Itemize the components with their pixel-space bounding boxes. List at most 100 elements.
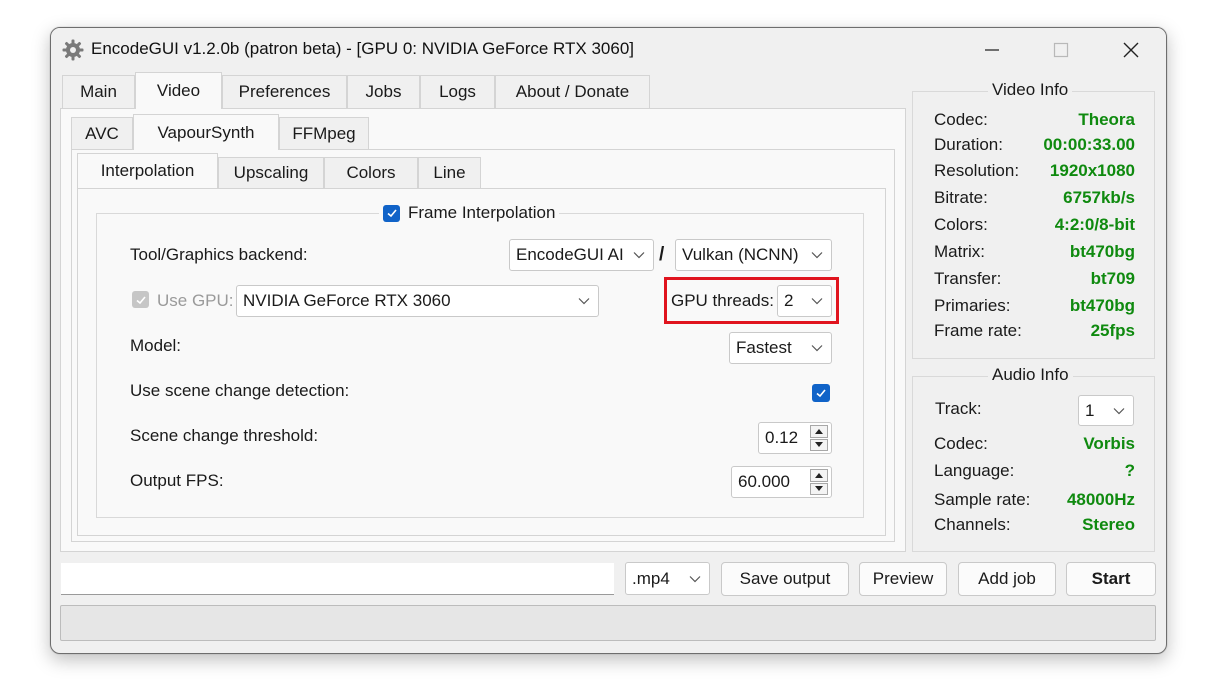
video-info-row: Colors: 4:2:0/8-bit [934, 215, 1135, 239]
backend-select-value: Vulkan (NCNN) [682, 245, 799, 264]
tab-vapoursynth[interactable]: VapourSynth [133, 114, 279, 150]
stepper-up-button[interactable] [810, 469, 828, 482]
title-bar: EncodeGUI v1.2.0b (patron beta) - [GPU 0… [51, 28, 1166, 73]
audio-info-row: Language:? [934, 461, 1135, 485]
scene-threshold-stepper[interactable]: 0.12 [758, 422, 832, 454]
video-info-value: bt709 [1090, 269, 1135, 288]
gpu-threads-value: 2 [784, 291, 794, 310]
tab-jobs[interactable]: Jobs [347, 75, 420, 108]
video-info-row: Transfer: bt709 [934, 269, 1135, 293]
audio-info-key: Channels: [934, 515, 1011, 534]
add-job-button[interactable]: Add job [958, 562, 1056, 596]
check-icon [386, 209, 397, 218]
video-info-value: bt470bg [1069, 296, 1135, 315]
video-info-row: Resolution: 1920x1080 [934, 161, 1135, 185]
audio-info-row: Sample rate: 48000Hz [934, 490, 1135, 514]
tab-preferences[interactable]: Preferences [222, 75, 347, 108]
model-select-value: Fastest [736, 338, 792, 357]
container-select-value: .mp4 [632, 568, 670, 588]
audio-info-title: Audio Info [988, 365, 1073, 385]
triangle-down-icon [815, 442, 823, 448]
maximize-icon [1053, 42, 1069, 58]
video-info-row: Frame rate: 25fps [934, 321, 1135, 345]
check-icon [135, 295, 146, 304]
video-info-key: Resolution: [934, 161, 1020, 180]
video-info-value: 4:2:0/8-bit [1054, 215, 1135, 234]
tab-main[interactable]: Main [62, 75, 135, 108]
chevron-down-icon [578, 298, 590, 305]
audio-info-value: Vorbis [1083, 434, 1135, 453]
container-select[interactable]: .mp4 [625, 562, 710, 595]
model-label: Model: [130, 336, 182, 355]
video-info-row: Codec: Theora [934, 110, 1135, 134]
output-path-input[interactable] [61, 563, 614, 595]
video-info-value: bt470bg [1069, 242, 1135, 261]
output-fps-label: Output FPS: [130, 471, 224, 490]
tab-video[interactable]: Video [135, 72, 222, 109]
gpu-threads-label: GPU threads: [671, 291, 774, 310]
minimize-button[interactable] [969, 28, 1015, 72]
video-info-key: Transfer: [934, 269, 1002, 288]
track-select[interactable]: 1 [1078, 395, 1134, 426]
triangle-down-icon [815, 486, 823, 492]
video-info-value: 25fps [1090, 321, 1135, 340]
window-title: EncodeGUI v1.2.0b (patron beta) - [GPU 0… [91, 39, 634, 58]
tool-select[interactable]: EncodeGUI AI [509, 239, 654, 271]
triangle-up-icon [815, 472, 823, 478]
gear-icon [62, 39, 84, 61]
frame-interpolation-label: Frame Interpolation [408, 203, 556, 222]
video-info-key: Duration: [934, 135, 1003, 154]
tab-ffmpeg[interactable]: FFMpeg [279, 117, 369, 149]
audio-info-key: Codec: [934, 434, 988, 453]
triangle-up-icon [815, 428, 823, 434]
gpu-select-value: NVIDIA GeForce RTX 3060 [243, 291, 451, 310]
app-window: EncodeGUI v1.2.0b (patron beta) - [GPU 0… [50, 27, 1167, 654]
video-info-row: Matrix: bt470bg [934, 242, 1135, 266]
stepper-up-button[interactable] [810, 425, 828, 438]
maximize-button[interactable] [1038, 28, 1084, 72]
close-button[interactable] [1108, 28, 1154, 72]
preview-button[interactable]: Preview [859, 562, 947, 596]
minimize-icon [985, 49, 999, 51]
video-info-row: Duration: 00:00:33.00 [934, 135, 1135, 159]
audio-info-key: Language: [934, 461, 1015, 480]
tab-interpolation[interactable]: Interpolation [77, 153, 218, 188]
tab-avc[interactable]: AVC [71, 117, 133, 149]
chevron-down-icon [811, 345, 823, 352]
tab-upscaling[interactable]: Upscaling [218, 157, 324, 188]
audio-info-list: Codec: Vorbis Language:? Sample rate: 4800… [912, 433, 1155, 548]
output-fps-stepper[interactable]: 60.000 [731, 466, 832, 498]
scene-detection-checkbox[interactable] [812, 384, 830, 402]
tab-colors[interactable]: Colors [324, 157, 418, 188]
check-icon [816, 389, 826, 398]
video-info-value: 6757kb/s [1063, 188, 1135, 207]
chevron-down-icon [633, 252, 645, 259]
video-info-key: Matrix: [934, 242, 985, 261]
video-info-key: Frame rate: [934, 321, 1022, 340]
audio-info-value: Stereo [1082, 515, 1135, 534]
video-info-list: Codec: Theora Duration: 00:00:33.00 Resolu… [912, 107, 1155, 357]
tab-logs[interactable]: Logs [420, 75, 495, 108]
chevron-down-icon [811, 298, 823, 305]
video-info-row: Bitrate: 6757kb/s [934, 188, 1135, 212]
use-gpu-checkbox[interactable] [132, 291, 149, 308]
stepper-down-button[interactable] [810, 438, 828, 451]
gpu-select[interactable]: NVIDIA GeForce RTX 3060 [236, 285, 599, 317]
tab-line[interactable]: Line [418, 157, 481, 188]
video-info-value: Theora [1078, 110, 1135, 129]
frame-interpolation-header: Frame Interpolation [379, 203, 560, 223]
video-info-value: 00:00:33.00 [1043, 135, 1135, 154]
video-info-value: 1920x1080 [1049, 161, 1135, 180]
frame-interpolation-checkbox[interactable] [383, 204, 400, 222]
start-button[interactable]: Start [1066, 562, 1156, 596]
gpu-threads-select[interactable]: 2 [777, 285, 832, 317]
chevron-down-icon [689, 575, 701, 582]
video-info-key: Colors: [934, 215, 988, 234]
save-output-button[interactable]: Save output [721, 562, 849, 596]
tab-about-donate[interactable]: About / Donate [495, 75, 650, 108]
model-select[interactable]: Fastest [729, 332, 832, 364]
backend-select[interactable]: Vulkan (NCNN) [675, 239, 832, 271]
stepper-down-button[interactable] [810, 482, 828, 495]
track-label: Track: [935, 399, 982, 418]
chevron-down-icon [811, 252, 823, 259]
